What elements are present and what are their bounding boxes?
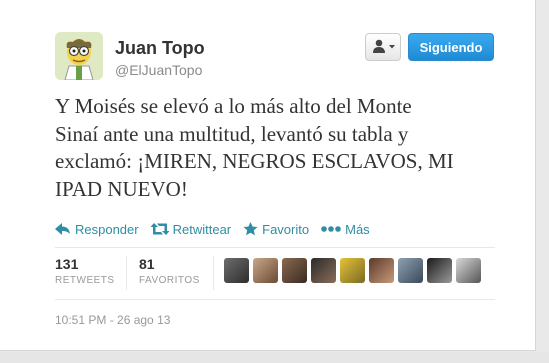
user-handle[interactable]: @ElJuanTopo [115,62,202,78]
retweets-label: RETWEETS [55,275,115,286]
favoriter-avatar[interactable] [456,258,481,283]
favoriter-avatar[interactable] [398,258,423,283]
favoriter-avatar[interactable] [340,258,365,283]
reply-icon [55,223,70,235]
favorite-label: Favorito [262,221,310,237]
retweet-icon [150,223,169,235]
star-icon [243,222,258,236]
reply-label: Responder [75,221,139,237]
tweet-line: exclamó: ¡MIREN, NEGROS ESCLAVOS, MI [55,149,454,173]
following-button[interactable]: Siguiendo [408,33,494,61]
divider [55,299,495,300]
tweet-card: Juan Topo @ElJuanTopo Siguiendo Y Moisés… [0,0,536,351]
favoriter-avatar[interactable] [224,258,249,283]
more-icon [321,226,341,232]
favorites-stat[interactable]: 81 FAVORITOS [139,256,200,286]
tweet-line: IPAD NUEVO! [55,176,188,201]
divider [55,247,495,248]
favoriter-avatar[interactable] [369,258,394,283]
retweets-count: 131 [55,256,79,272]
reply-action[interactable]: Responder [55,222,139,237]
favoriters-avatars [224,258,485,283]
user-display-name[interactable]: Juan Topo [115,38,205,59]
favoriter-avatar[interactable] [282,258,307,283]
avatar[interactable] [55,32,103,80]
page-background-strip [0,352,549,363]
retweet-action[interactable]: Retwittear [150,221,232,237]
favoriter-avatar[interactable] [427,258,452,283]
tweet-line: Y Moisés se elevó a lo más alto del Mont… [55,94,412,118]
more-action[interactable]: Más [321,222,370,237]
favoriter-avatar[interactable] [253,258,278,283]
stat-divider [126,256,127,290]
stat-divider [213,256,214,290]
favoriter-avatar[interactable] [311,258,336,283]
tweet-line: Sinaí ante una multitud, levantó su tabl… [55,121,409,146]
user-menu-icon [373,39,395,53]
tweet-actions: Responder Retwittear Favorito Más [55,219,382,239]
favorites-count: 81 [139,256,155,272]
tweet-text: Y Moisés se elevó a lo más alto del Mont… [55,93,510,203]
tweet-timestamp[interactable]: 10:51 PM - 26 ago 13 [55,313,170,327]
favorite-action[interactable]: Favorito [243,222,309,237]
favorites-label: FAVORITOS [139,275,200,286]
retweets-stat[interactable]: 131 RETWEETS [55,256,115,286]
more-label: Más [345,221,370,237]
user-actions-dropdown[interactable] [365,33,401,61]
retweet-label: Retwittear [172,221,232,237]
